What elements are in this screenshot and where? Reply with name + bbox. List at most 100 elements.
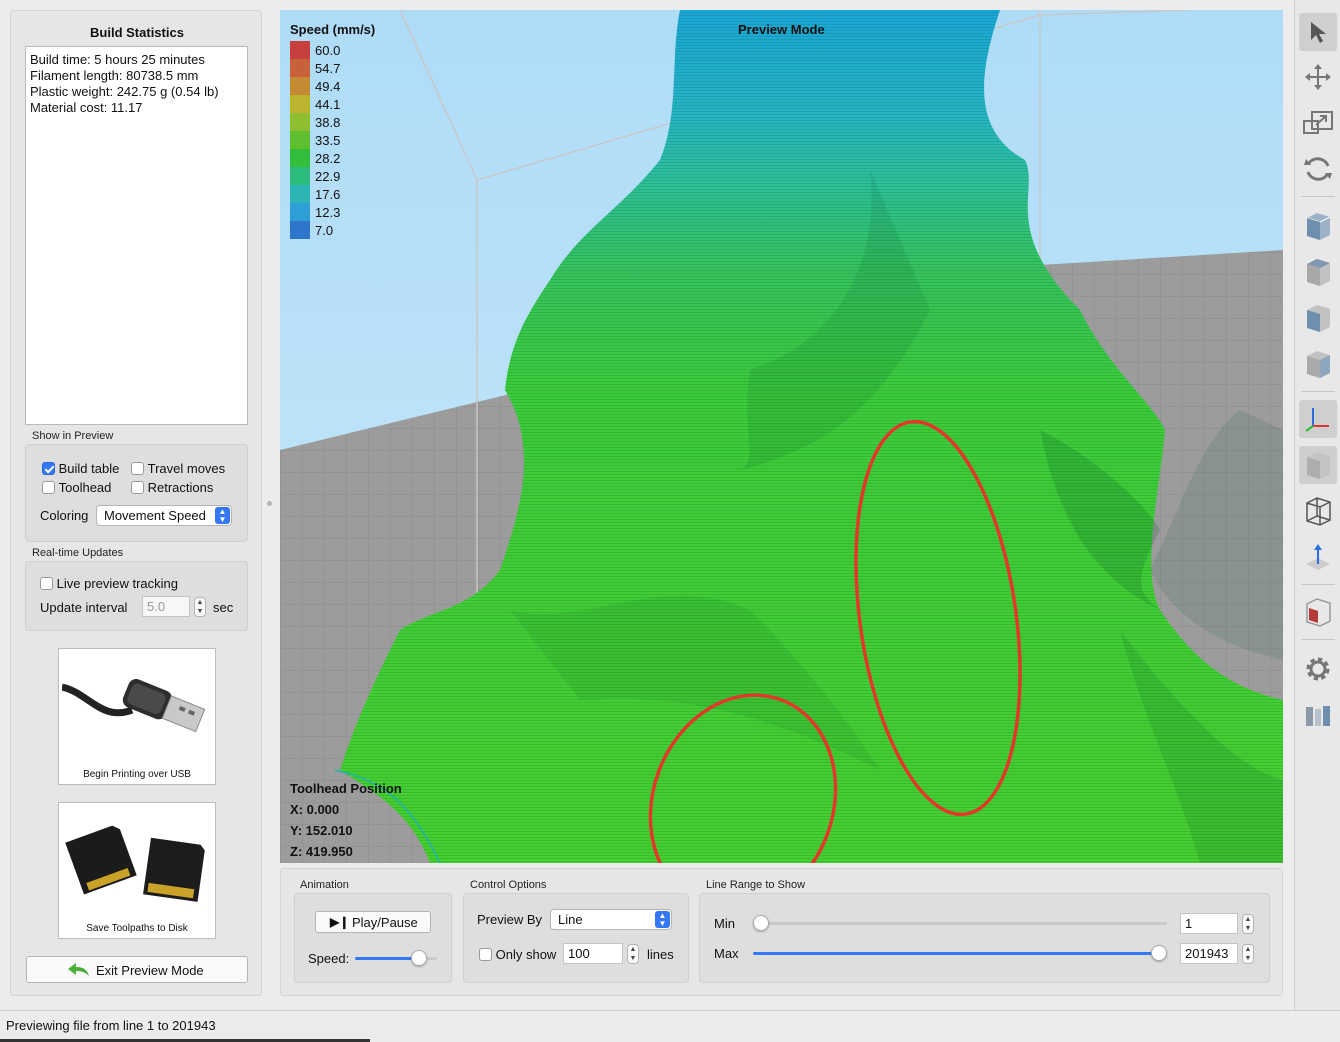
play-pause-button[interactable]: ▶❙ Play/Pause	[315, 911, 431, 933]
legend-swatch	[290, 59, 310, 77]
speed-slider-track[interactable]	[355, 950, 437, 966]
realtime-updates-group: Live preview tracking Update interval 5.…	[25, 561, 248, 631]
speed-label: Speed:	[308, 951, 350, 966]
travel-moves-checkbox[interactable]: Travel moves	[131, 460, 225, 476]
view-right-icon[interactable]	[1299, 345, 1337, 383]
legend-value: 7.0	[315, 222, 334, 238]
checkbox-icon	[40, 577, 53, 591]
max-input[interactable]: 201943	[1180, 943, 1238, 964]
begin-printing-usb-card[interactable]: Begin Printing over USB	[58, 648, 216, 785]
legend-value: 60.0	[315, 42, 341, 58]
toolhead-position-title: Toolhead Position	[290, 781, 402, 796]
legend-item: 22.9	[290, 167, 375, 185]
view-left-icon[interactable]	[1299, 299, 1337, 337]
exit-preview-button[interactable]: Exit Preview Mode	[26, 956, 248, 983]
right-toolbar	[1294, 0, 1340, 1010]
only-show-input[interactable]: 100	[563, 943, 623, 964]
legend-swatch	[290, 41, 310, 59]
speed-legend-title: Speed (mm/s)	[290, 22, 376, 37]
retractions-checkbox[interactable]: Retractions	[131, 479, 213, 495]
coloring-label: Coloring	[40, 508, 89, 523]
3d-preview-viewport[interactable]: Preview Mode Speed (mm/s) 60.0 54.7 49.4 44…	[280, 10, 1283, 863]
control-options-group: Preview By Line ▲ ▼ Only show 100 ▲ ▼ line…	[463, 893, 689, 983]
axes-toggle-icon[interactable]	[1299, 400, 1337, 438]
back-arrow-icon	[68, 963, 89, 976]
min-label: Min	[714, 916, 735, 931]
legend-item: 38.8	[290, 113, 375, 131]
view-top-icon[interactable]	[1299, 253, 1337, 291]
min-input[interactable]: 1	[1180, 913, 1238, 934]
show-in-preview-label: Show in Preview	[32, 430, 114, 442]
coloring-select-value: Movement Speed	[104, 508, 206, 523]
stat-material-cost: Material cost: 11.17	[30, 100, 143, 115]
max-slider-fill	[753, 952, 1159, 955]
update-interval-input[interactable]: 5.0	[142, 596, 190, 617]
settings-gear-icon[interactable]	[1299, 650, 1337, 688]
legend-value: 44.1	[315, 96, 341, 112]
library-icon[interactable]	[1299, 696, 1337, 734]
toolhead-position: Toolhead Position X: 0.000 Y: 152.010 Z:…	[290, 778, 402, 862]
max-slider-knob[interactable]	[1151, 945, 1167, 961]
live-preview-checkbox[interactable]: Live preview tracking	[40, 575, 178, 591]
preview-by-label: Preview By	[477, 912, 543, 927]
chevron-updown-icon: ▲ ▼	[215, 507, 230, 524]
update-interval-stepper[interactable]: ▲ ▼	[194, 597, 206, 617]
toolhead-checkbox[interactable]: Toolhead	[42, 479, 111, 495]
exit-preview-label: Exit Preview Mode	[96, 963, 204, 978]
max-label: Max	[714, 946, 739, 961]
stat-filament-length: Filament length: 80738.5 mm	[30, 68, 199, 83]
min-stepper[interactable]: ▲ ▼	[1242, 914, 1254, 934]
save-toolpaths-card[interactable]: Save Toolpaths to Disk	[58, 802, 216, 939]
toolbar-separator	[1301, 391, 1335, 392]
toolbar-separator	[1301, 584, 1335, 585]
preview-by-select[interactable]: Line ▲ ▼	[550, 909, 672, 930]
min-slider-track[interactable]	[753, 915, 1167, 931]
speed-legend: Speed (mm/s) 60.0 54.7 49.4 44.1 38.8 33.5 28.…	[290, 22, 375, 239]
legend-item: 17.6	[290, 185, 375, 203]
rotate-tool-icon[interactable]	[1299, 150, 1337, 188]
legend-value: 17.6	[315, 186, 341, 202]
only-show-checkbox[interactable]: Only show	[479, 946, 556, 962]
select-tool-icon[interactable]	[1299, 13, 1337, 51]
normal-view-icon[interactable]	[1299, 538, 1337, 576]
build-table-checkbox[interactable]: Build table	[42, 460, 119, 476]
legend-item: 33.5	[290, 131, 375, 149]
view-iso-icon[interactable]	[1299, 446, 1337, 484]
toolhead-x: X: 0.000	[290, 802, 340, 817]
legend-value: 49.4	[315, 78, 341, 94]
legend-swatch	[290, 95, 310, 113]
stat-plastic-weight: Plastic weight: 242.75 g (0.54 lb)	[30, 84, 219, 99]
splitter-handle[interactable]	[267, 501, 272, 506]
legend-value: 38.8	[315, 114, 341, 130]
coloring-select[interactable]: Movement Speed ▲ ▼	[96, 505, 232, 526]
min-slider-knob[interactable]	[753, 915, 769, 931]
scale-tool-icon[interactable]	[1299, 104, 1337, 142]
only-show-stepper[interactable]: ▲ ▼	[627, 944, 639, 964]
legend-item: 60.0	[290, 41, 375, 59]
view-front-icon[interactable]	[1299, 207, 1337, 245]
toolpath-render[interactable]	[280, 10, 1283, 863]
update-interval-label: Update interval	[40, 600, 128, 615]
save-toolpaths-label: Save Toolpaths to Disk	[86, 923, 188, 934]
sd-card-icon	[65, 825, 205, 902]
checkbox-icon	[131, 462, 144, 476]
control-options-label: Control Options	[470, 879, 547, 891]
checkbox-icon	[131, 481, 144, 495]
wireframe-view-icon[interactable]	[1299, 492, 1337, 530]
max-stepper[interactable]: ▲ ▼	[1242, 944, 1254, 964]
animation-group: ▶❙ Play/Pause Speed:	[294, 893, 452, 983]
max-slider-track[interactable]	[753, 945, 1167, 961]
line-range-label: Line Range to Show	[706, 879, 806, 891]
bed-view-icon[interactable]	[1299, 593, 1337, 631]
checkbox-checked-icon	[42, 462, 55, 476]
lines-unit: lines	[647, 947, 674, 962]
toolbar-separator	[1301, 639, 1335, 640]
speed-slider-fill	[355, 957, 419, 960]
move-tool-icon[interactable]	[1299, 58, 1337, 96]
legend-swatch	[290, 149, 310, 167]
speed-legend-rows: 60.0 54.7 49.4 44.1 38.8 33.5 28.2 22.9 17.6 12.3…	[290, 41, 375, 239]
chevron-updown-icon: ▲ ▼	[655, 911, 670, 928]
status-bar: Previewing file from line 1 to 201943	[0, 1010, 1340, 1042]
speed-slider-knob[interactable]	[411, 950, 427, 966]
toolbar-separator	[1301, 196, 1335, 197]
